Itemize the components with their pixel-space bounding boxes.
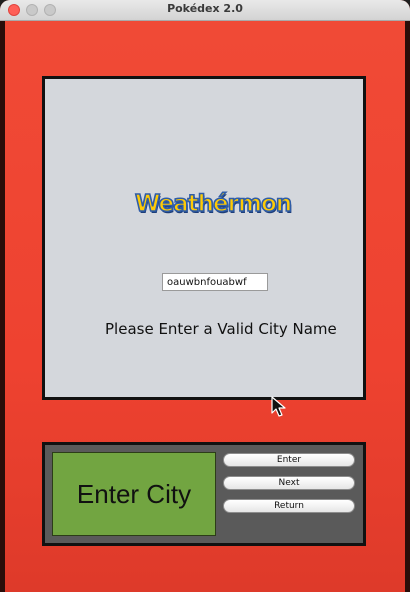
app-window: Pokédex 2.0 Weathérmon Please Enter a Va… [0, 0, 410, 592]
validation-message: Please Enter a Valid City Name [105, 320, 337, 338]
enter-city-button[interactable]: Enter City [52, 452, 216, 536]
pokedex-right-edge [405, 21, 410, 592]
return-button[interactable]: Return [223, 499, 355, 513]
control-panel: Enter City Enter Next Return [42, 442, 366, 546]
pokedex-left-edge [0, 21, 5, 592]
enter-button[interactable]: Enter [223, 453, 355, 467]
pokedex-screen: Weathérmon Please Enter a Valid City Nam… [42, 76, 366, 400]
mouse-pointer-icon [271, 396, 286, 417]
title-bar: Pokédex 2.0 [0, 0, 410, 21]
next-button[interactable]: Next [223, 476, 355, 490]
weathermon-logo: Weathérmon [134, 190, 293, 218]
window-title: Pokédex 2.0 [167, 2, 243, 15]
city-name-input[interactable] [162, 273, 268, 291]
